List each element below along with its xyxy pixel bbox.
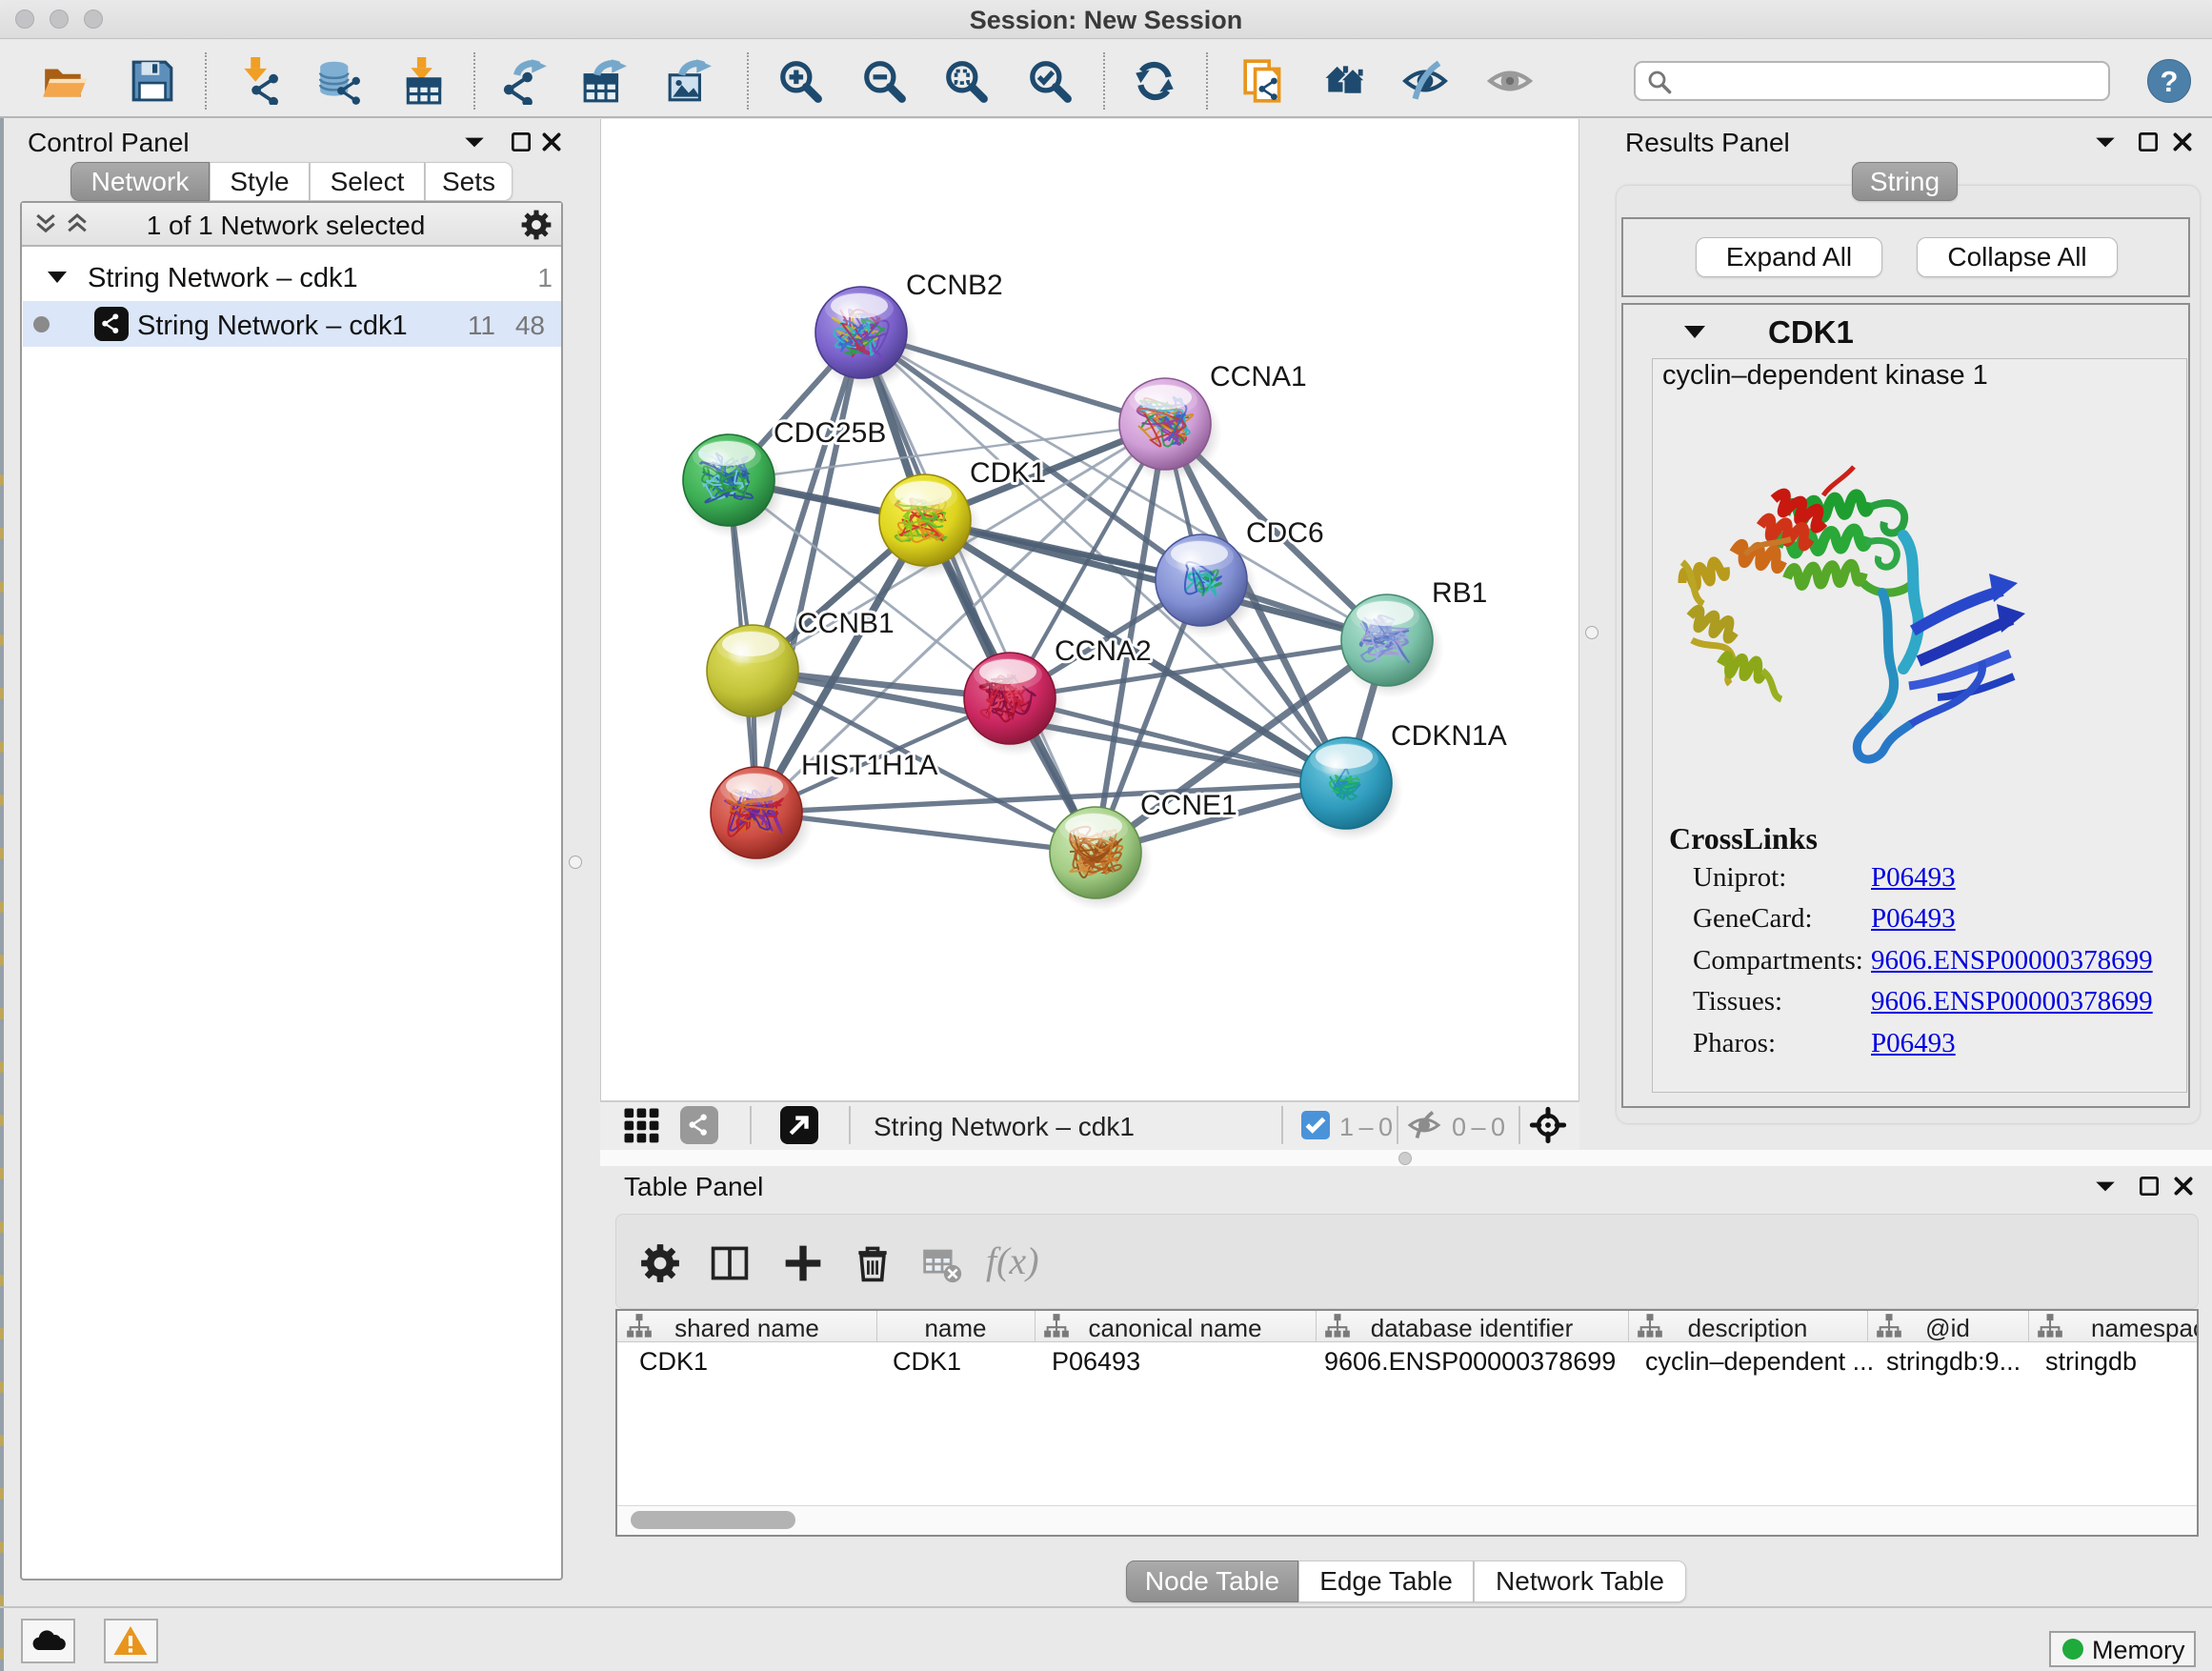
svg-text:HIST1H1A: HIST1H1A [801, 750, 937, 781]
svg-text:CCNB2: CCNB2 [906, 270, 1003, 301]
svg-text:CCNB1: CCNB1 [797, 608, 895, 639]
svg-text:RB1: RB1 [1432, 577, 1487, 609]
svg-text:CCNE1: CCNE1 [1140, 790, 1237, 821]
svg-text:CDKN1A: CDKN1A [1391, 720, 1507, 752]
svg-text:CDC25B: CDC25B [774, 417, 886, 449]
svg-text:CDK1: CDK1 [970, 457, 1046, 489]
svg-text:CCNA2: CCNA2 [1055, 635, 1152, 667]
svg-text:CDC6: CDC6 [1246, 517, 1324, 549]
svg-text:CCNA1: CCNA1 [1210, 361, 1307, 393]
